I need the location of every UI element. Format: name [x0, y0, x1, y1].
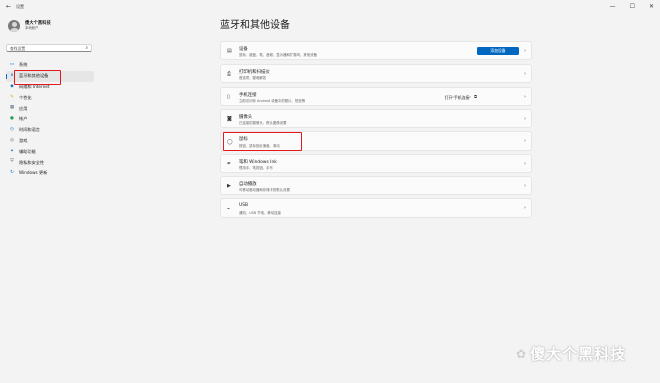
apps-icon: ▦ — [9, 105, 15, 111]
search-placeholder: 查找设置 — [10, 46, 26, 51]
page-title: 蓝牙和其他设备 — [220, 20, 290, 31]
chevron-right-icon: › — [524, 205, 526, 211]
user-profile[interactable]: 傻大个黑科技 本地帐户 — [8, 20, 51, 32]
gaming-icon: ◎ — [10, 137, 14, 143]
card-devices[interactable]: ▤ 设备 鼠标、键盘、笔、音频、显示器和扩展坞、其他设备 添加设备 › — [220, 41, 532, 60]
card-camera[interactable]: ◙ 摄像头 已连接的摄像头、默认图像设置 › — [220, 109, 532, 128]
external-link-icon: ⧉ — [474, 94, 477, 100]
minimize-icon[interactable]: — — [610, 3, 616, 10]
chevron-right-icon: › — [524, 160, 526, 167]
card-subtitle: 鼠标、键盘、笔、音频、显示器和扩展坞、其他设备 — [239, 53, 317, 57]
card-phone[interactable]: ▯ 手机连接 立即访问你 Android 设备中的照片、短信等 打开"手机连接" ⧉ › — [220, 87, 532, 106]
add-device-button[interactable]: 添加设备 — [477, 47, 519, 55]
search-input[interactable]: 查找设置 ⌕ — [6, 44, 92, 52]
sidebar-item-label: 时间和语言 — [19, 127, 40, 133]
time-language-icon: ◷ — [10, 126, 14, 132]
pen-icon: ✒ — [227, 161, 232, 167]
back-arrow-icon[interactable]: ← — [6, 3, 11, 10]
sidebar-item-label: 个性化 — [19, 94, 32, 100]
system-icon: ▭ — [9, 62, 15, 68]
card-subtitle: 已连接的摄像头、默认图像设置 — [239, 121, 287, 125]
sidebar-item-time-language[interactable]: ◷ 时间和语言 — [6, 125, 94, 136]
window-title: 设置 — [16, 4, 24, 9]
chevron-right-icon: › — [524, 138, 526, 144]
highlight-box-mouse — [223, 132, 302, 151]
devices-icon: ▤ — [227, 48, 232, 54]
search-icon: ⌕ — [85, 46, 88, 51]
card-autoplay[interactable]: ▶ 自动播放 可移动驱动器和存储卡的默认设置 › — [220, 176, 532, 195]
sidebar-item-accounts[interactable]: ● 帐户 — [6, 114, 94, 125]
profile-account-type: 本地帐户 — [25, 26, 39, 30]
printer-icon: ⎙ — [227, 71, 232, 77]
avatar — [8, 20, 20, 32]
sidebar-item-apps[interactable]: ▦ 应用 — [6, 103, 94, 114]
wechat-icon: ✿ — [516, 346, 527, 361]
sidebar-item-label: 帐户 — [19, 116, 28, 122]
title-bar: ← 设置 — ☐ ✕ — [0, 0, 660, 14]
chevron-right-icon: › — [524, 47, 526, 54]
sidebar-item-label: 隐私和安全性 — [19, 159, 45, 165]
chevron-right-icon: › — [524, 182, 526, 189]
card-subtitle: 通知、USB 节电、移动连接 — [239, 211, 281, 215]
accounts-icon: ● — [10, 116, 14, 122]
autoplay-icon: ▶ — [227, 183, 231, 189]
phone-icon: ▯ — [227, 94, 230, 100]
sidebar-item-windows-update[interactable]: ↻ Windows 更新 — [6, 168, 94, 179]
camera-icon: ◙ — [227, 116, 232, 122]
card-pen[interactable]: ✒ 笔和 Windows Ink 惯用手、笔按钮、手写 › — [220, 154, 532, 173]
sidebar-item-privacy-shield[interactable]: ⛨ 隐私和安全性 — [6, 157, 94, 168]
chevron-right-icon: › — [524, 93, 526, 100]
maximize-icon[interactable]: ☐ — [630, 3, 635, 10]
sidebar-item-label: 系统 — [19, 62, 28, 68]
personalization-icon: ✎ — [10, 94, 14, 100]
sidebar-item-label: 应用 — [19, 105, 28, 111]
card-subtitle: 首选项、疑难解答 — [239, 76, 267, 80]
open-phone-link[interactable]: 打开"手机连接" — [445, 95, 471, 101]
watermark-text: 傻大个黑科技 — [530, 345, 627, 363]
accessibility-icon: ✦ — [10, 148, 14, 154]
watermark: ✿ 傻大个黑科技 — [516, 343, 626, 364]
card-usb[interactable]: ⌁ USB 通知、USB 节电、移动连接 › — [220, 198, 532, 218]
card-subtitle: 立即访问你 Android 设备中的照片、短信等 — [239, 99, 306, 103]
privacy-shield-icon: ⛨ — [10, 159, 14, 165]
close-icon[interactable]: ✕ — [649, 3, 654, 10]
sidebar-item-accessibility[interactable]: ✦ 辅助功能 — [6, 146, 94, 157]
sidebar-item-gaming[interactable]: ◎ 游戏 — [6, 136, 94, 147]
chevron-right-icon: › — [524, 115, 526, 122]
card-subtitle: 可移动驱动器和存储卡的默认设置 — [239, 188, 290, 192]
chevron-right-icon: › — [524, 70, 526, 77]
card-title: USB — [239, 203, 249, 208]
window-controls: — ☐ ✕ — [610, 3, 654, 10]
windows-update-icon: ↻ — [10, 170, 14, 176]
card-printer[interactable]: ⎙ 打印机和扫描仪 首选项、疑难解答 › — [220, 64, 532, 83]
sidebar-item-label: 游戏 — [19, 137, 28, 143]
highlight-box-bluetooth — [14, 70, 61, 85]
sidebar-item-personalization[interactable]: ✎ 个性化 — [6, 92, 94, 103]
sidebar-item-label: 辅助功能 — [19, 148, 36, 154]
sidebar-item-label: Windows 更新 — [19, 170, 48, 176]
card-subtitle: 惯用手、笔按钮、手写 — [239, 166, 273, 170]
usb-icon: ⌁ — [227, 205, 231, 212]
